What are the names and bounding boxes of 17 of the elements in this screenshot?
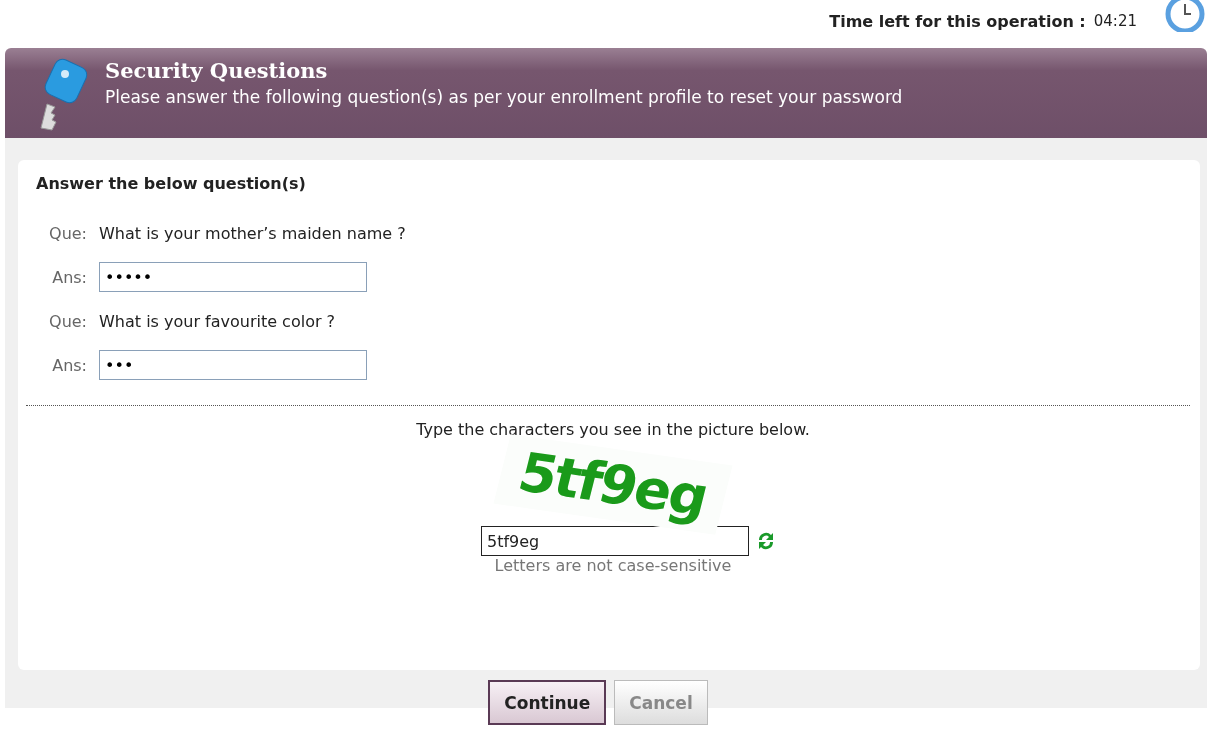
timer-label: Time left for this operation : [829, 11, 1086, 31]
action-button[interactable]: Continue [488, 680, 607, 725]
question-text: What is your mother’s maiden name ? [99, 223, 406, 243]
section-heading: Answer the below question(s) [36, 174, 307, 193]
clock-icon [1163, 0, 1207, 32]
answer-label: Ans: [51, 267, 88, 287]
question-label: Que: [48, 311, 88, 331]
captcha-input[interactable]: 5tf9eg [481, 526, 749, 556]
question-text: What is your favourite color ? [99, 311, 336, 331]
page-title: Security Questions [105, 58, 329, 83]
answer-label: Ans: [51, 355, 88, 375]
answer-field[interactable]: ••• [99, 350, 367, 380]
question-label: Que: [48, 223, 88, 243]
captcha-hint: Letters are not case-sensitive [494, 556, 732, 575]
timer-value: 04:21 [1093, 12, 1137, 30]
page-subtitle: Please answer the following question(s) as per your enrollment profile to reset your password [105, 87, 903, 107]
answer-field[interactable]: ••••• [99, 262, 367, 292]
